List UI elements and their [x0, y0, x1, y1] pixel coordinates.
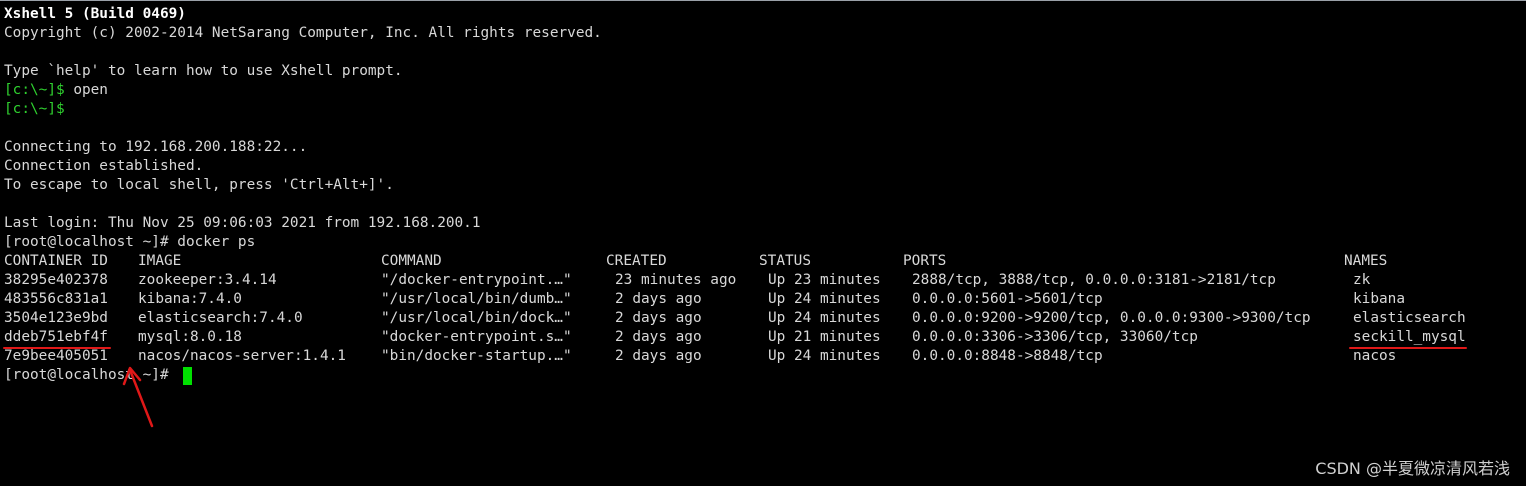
- ports-cell: 0.0.0.0:9200->9200/tcp, 0.0.0.0:9300->93…: [912, 310, 1311, 326]
- help-hint: Type `help' to learn how to use Xshell p…: [4, 63, 403, 79]
- created-cell: 2 days ago: [615, 310, 702, 326]
- ports-cell: 0.0.0.0:5601->5601/tcp: [912, 291, 1103, 307]
- names-underline: [1349, 347, 1467, 349]
- ports-cell: 0.0.0.0:3306->3306/tcp, 33060/tcp: [912, 329, 1198, 345]
- created-cell: 2 days ago: [615, 291, 702, 307]
- image-cell: zookeeper:3.4.14: [138, 272, 277, 288]
- local-prompt-line-2: [c:\~]$: [4, 101, 65, 117]
- image-cell: elasticsearch:7.4.0: [138, 310, 303, 326]
- header-container-id: CONTAINER ID: [4, 253, 108, 269]
- container-id-cell: 3504e123e9bd: [4, 310, 108, 326]
- text-cursor: [183, 367, 192, 385]
- names-cell: elasticsearch: [1353, 310, 1466, 326]
- container-id-cell: 38295e402378: [4, 272, 108, 288]
- status-cell: Up 24 minutes: [768, 348, 881, 364]
- names-cell: seckill_mysql: [1353, 329, 1466, 345]
- created-cell: 23 minutes ago: [615, 272, 737, 288]
- docker-ps-command: [root@localhost ~]# docker ps: [4, 234, 256, 250]
- open-command: open: [64, 82, 108, 98]
- header-command: COMMAND: [381, 253, 442, 269]
- created-cell: 2 days ago: [615, 348, 702, 364]
- command-cell: "/usr/local/bin/dock…": [381, 310, 572, 326]
- header-created: CREATED: [606, 253, 667, 269]
- banner-title: Xshell 5 (Build 0469): [4, 6, 186, 22]
- command-cell: "/docker-entrypoint.…": [381, 272, 572, 288]
- container-id-cell: ddeb751ebf4f: [4, 329, 108, 345]
- connecting-line: Connecting to 192.168.200.188:22...: [4, 139, 308, 155]
- created-cell: 2 days ago: [615, 329, 702, 345]
- header-ports: PORTS: [903, 253, 947, 269]
- command-cell: "/usr/local/bin/dumb…": [381, 291, 572, 307]
- local-prompt-line-1: [c:\~]$ open: [4, 81, 108, 100]
- names-cell: zk: [1353, 272, 1371, 288]
- names-cell: nacos: [1353, 348, 1397, 364]
- window-top-border: [0, 0, 1526, 1]
- command-cell: "docker-entrypoint.s…": [381, 329, 572, 345]
- last-login-line: Last login: Thu Nov 25 09:06:03 2021 fro…: [4, 215, 481, 231]
- escape-hint-line: To escape to local shell, press 'Ctrl+Al…: [4, 177, 394, 193]
- image-cell: kibana:7.4.0: [138, 291, 242, 307]
- command-cell: "bin/docker-startup.…": [381, 348, 572, 364]
- csdn-watermark: CSDN @半夏微凉清风若浅: [1315, 459, 1510, 478]
- terminal-window[interactable]: Xshell 5 (Build 0469) Copyright (c) 2002…: [0, 0, 1526, 486]
- established-line: Connection established.: [4, 158, 204, 174]
- ports-cell: 2888/tcp, 3888/tcp, 0.0.0.0:3181->2181/t…: [912, 272, 1276, 288]
- image-cell: nacos/nacos-server:1.4.1: [138, 348, 346, 364]
- status-cell: Up 24 minutes: [768, 310, 881, 326]
- banner-copyright: Copyright (c) 2002-2014 NetSarang Comput…: [4, 25, 602, 41]
- image-cell: mysql:8.0.18: [138, 329, 242, 345]
- final-prompt[interactable]: [root@localhost ~]#: [4, 366, 177, 385]
- container-id-underline: [3, 347, 111, 349]
- local-prompt: [c:\~]$: [4, 82, 65, 98]
- status-cell: Up 21 minutes: [768, 329, 881, 345]
- names-cell: kibana: [1353, 291, 1405, 307]
- status-cell: Up 24 minutes: [768, 291, 881, 307]
- header-names: NAMES: [1344, 253, 1388, 269]
- container-id-cell: 7e9bee405051: [4, 348, 108, 364]
- status-cell: Up 23 minutes: [768, 272, 881, 288]
- ports-cell: 0.0.0.0:8848->8848/tcp: [912, 348, 1103, 364]
- container-id-cell: 483556c831a1: [4, 291, 108, 307]
- header-image: IMAGE: [138, 253, 182, 269]
- header-status: STATUS: [759, 253, 811, 269]
